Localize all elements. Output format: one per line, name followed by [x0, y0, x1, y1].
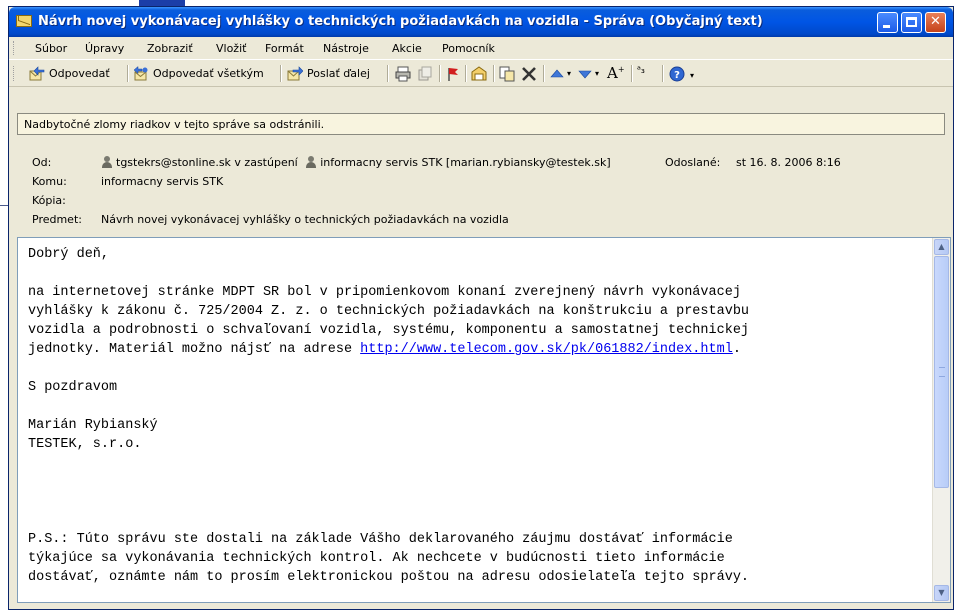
from-on-behalf[interactable]: informacny servis STK [marian.rybiansky@…	[320, 156, 610, 169]
toolbar-separator	[631, 65, 633, 82]
delete-icon[interactable]	[521, 66, 537, 82]
address-book-icon[interactable]	[471, 66, 487, 82]
person-icon	[101, 156, 113, 168]
to-value[interactable]: informacny servis STK	[101, 175, 223, 188]
toolbar: Odpovedať Odpovedať všetkým Poslať ďalej	[9, 59, 953, 87]
from-value: tgstekrs@stonline.sk v zastúpení informa…	[101, 156, 611, 169]
previous-icon[interactable]	[550, 66, 566, 82]
info-bar-text: Nadbytočné zlomy riadkov v tejto správe …	[24, 118, 325, 131]
toolbar-separator	[662, 65, 664, 82]
message-window: Návrh novej vykonávacej vyhlášky o techn…	[8, 6, 954, 610]
minimize-button[interactable]	[877, 12, 898, 33]
menu-edit[interactable]: Úpravy	[85, 42, 124, 55]
menu-tools[interactable]: Nástroje	[323, 42, 369, 55]
chevron-down-icon: ▾	[690, 71, 695, 80]
signature-company: TESTEK, s.r.o.	[28, 437, 142, 452]
chevron-down-icon: ▼	[938, 588, 945, 597]
menu-bar: Súbor Úpravy Zobraziť Vložiť Formát Nást…	[9, 37, 953, 59]
maximize-icon	[906, 17, 917, 27]
toolbar-grip[interactable]	[13, 66, 16, 81]
paragraph-main-end: .	[732, 342, 741, 357]
postscript: P.S.: Túto správu ste dostali na základe…	[28, 532, 750, 585]
close-button[interactable]: ✕	[925, 12, 946, 33]
toolbar-separator	[280, 65, 282, 82]
encoding-button[interactable]: ᵃ₃	[637, 65, 657, 83]
chevron-down-icon: ▾	[595, 69, 600, 78]
menu-view[interactable]: Zobraziť	[147, 42, 193, 55]
menu-format[interactable]: Formát	[265, 42, 304, 55]
menu-insert[interactable]: Vložiť	[216, 42, 246, 55]
previous-dropdown[interactable]: ▾	[567, 69, 575, 87]
copy-icon[interactable]	[499, 66, 515, 82]
toolbar-separator	[493, 65, 495, 82]
scroll-up-button[interactable]: ▲	[934, 239, 949, 255]
font-size-button[interactable]: A+	[607, 64, 629, 82]
reply-all-icon	[133, 66, 148, 81]
menu-grip[interactable]	[13, 41, 16, 55]
help-icon[interactable]: ?	[669, 66, 685, 82]
forward-icon	[287, 66, 303, 81]
closing: S pozdravom	[28, 380, 118, 395]
reply-all-label: Odpovedať všetkým	[153, 67, 264, 80]
menu-help[interactable]: Pomocník	[442, 42, 495, 55]
vertical-scrollbar[interactable]: ▲ ▼	[932, 238, 950, 602]
envelope-icon	[16, 15, 32, 27]
reply-icon	[29, 66, 45, 81]
subject-label: Predmet:	[32, 213, 82, 226]
person-icon	[305, 156, 317, 168]
message-headers: Od: tgstekrs@stonline.sk v zastúpení inf…	[9, 137, 953, 235]
maximize-button[interactable]	[901, 12, 922, 33]
move-icon[interactable]	[417, 66, 433, 82]
font-size-icon: A+	[607, 64, 625, 82]
toolbar-options[interactable]: ▾	[690, 71, 698, 89]
toolbar-separator	[465, 65, 467, 82]
next-icon[interactable]	[578, 66, 594, 82]
from-sender[interactable]: tgstekrs@stonline.sk v zastúpení	[116, 156, 298, 169]
print-icon[interactable]	[395, 66, 411, 82]
flag-icon[interactable]	[445, 66, 461, 82]
scroll-thumb[interactable]	[934, 256, 949, 488]
menu-file[interactable]: Súbor	[35, 42, 67, 55]
to-label: Komu:	[32, 175, 67, 188]
message-text[interactable]: Dobrý deň, na internetovej stránke MDPT …	[28, 245, 928, 587]
toolbar-separator	[439, 65, 441, 82]
reply-button[interactable]: Odpovedať	[29, 65, 133, 83]
message-link[interactable]: http://www.telecom.gov.sk/pk/061882/inde…	[360, 342, 733, 357]
info-bar[interactable]: Nadbytočné zlomy riadkov v tejto správe …	[17, 113, 945, 135]
sent-value: st 16. 8. 2006 8:16	[736, 156, 841, 169]
toolbar-separator	[543, 65, 545, 82]
sent-label: Odoslané:	[665, 156, 721, 169]
subject-value: Návrh novej vykonávacej vyhlášky o techn…	[101, 213, 509, 226]
menu-actions[interactable]: Akcie	[392, 42, 422, 55]
svg-text:?: ?	[674, 70, 680, 81]
forward-button[interactable]: Poslať ďalej	[287, 65, 383, 83]
title-bar[interactable]: Návrh novej vykonávacej vyhlášky o techn…	[9, 7, 953, 37]
minimize-icon	[883, 25, 890, 28]
toolbar-separator	[387, 65, 389, 82]
greeting: Dobrý deň,	[28, 247, 110, 262]
encoding-icon: ᵃ₃	[637, 65, 645, 76]
chevron-up-icon: ▲	[938, 242, 945, 251]
window-title: Návrh novej vykonávacej vyhlášky o techn…	[38, 14, 763, 29]
from-label: Od:	[32, 156, 52, 169]
signature-name: Marián Rybianský	[28, 418, 158, 433]
reply-all-button[interactable]: Odpovedať všetkým	[133, 65, 283, 83]
forward-label: Poslať ďalej	[307, 67, 370, 80]
cc-label: Kópia:	[32, 194, 66, 207]
scroll-down-button[interactable]: ▼	[934, 585, 949, 601]
toolbar-separator	[127, 65, 129, 82]
next-dropdown[interactable]: ▾	[595, 69, 603, 87]
chevron-down-icon: ▾	[567, 69, 572, 78]
close-icon: ✕	[930, 14, 941, 29]
message-body[interactable]: Dobrý deň, na internetovej stránke MDPT …	[17, 237, 951, 603]
reply-label: Odpovedať	[49, 67, 110, 80]
